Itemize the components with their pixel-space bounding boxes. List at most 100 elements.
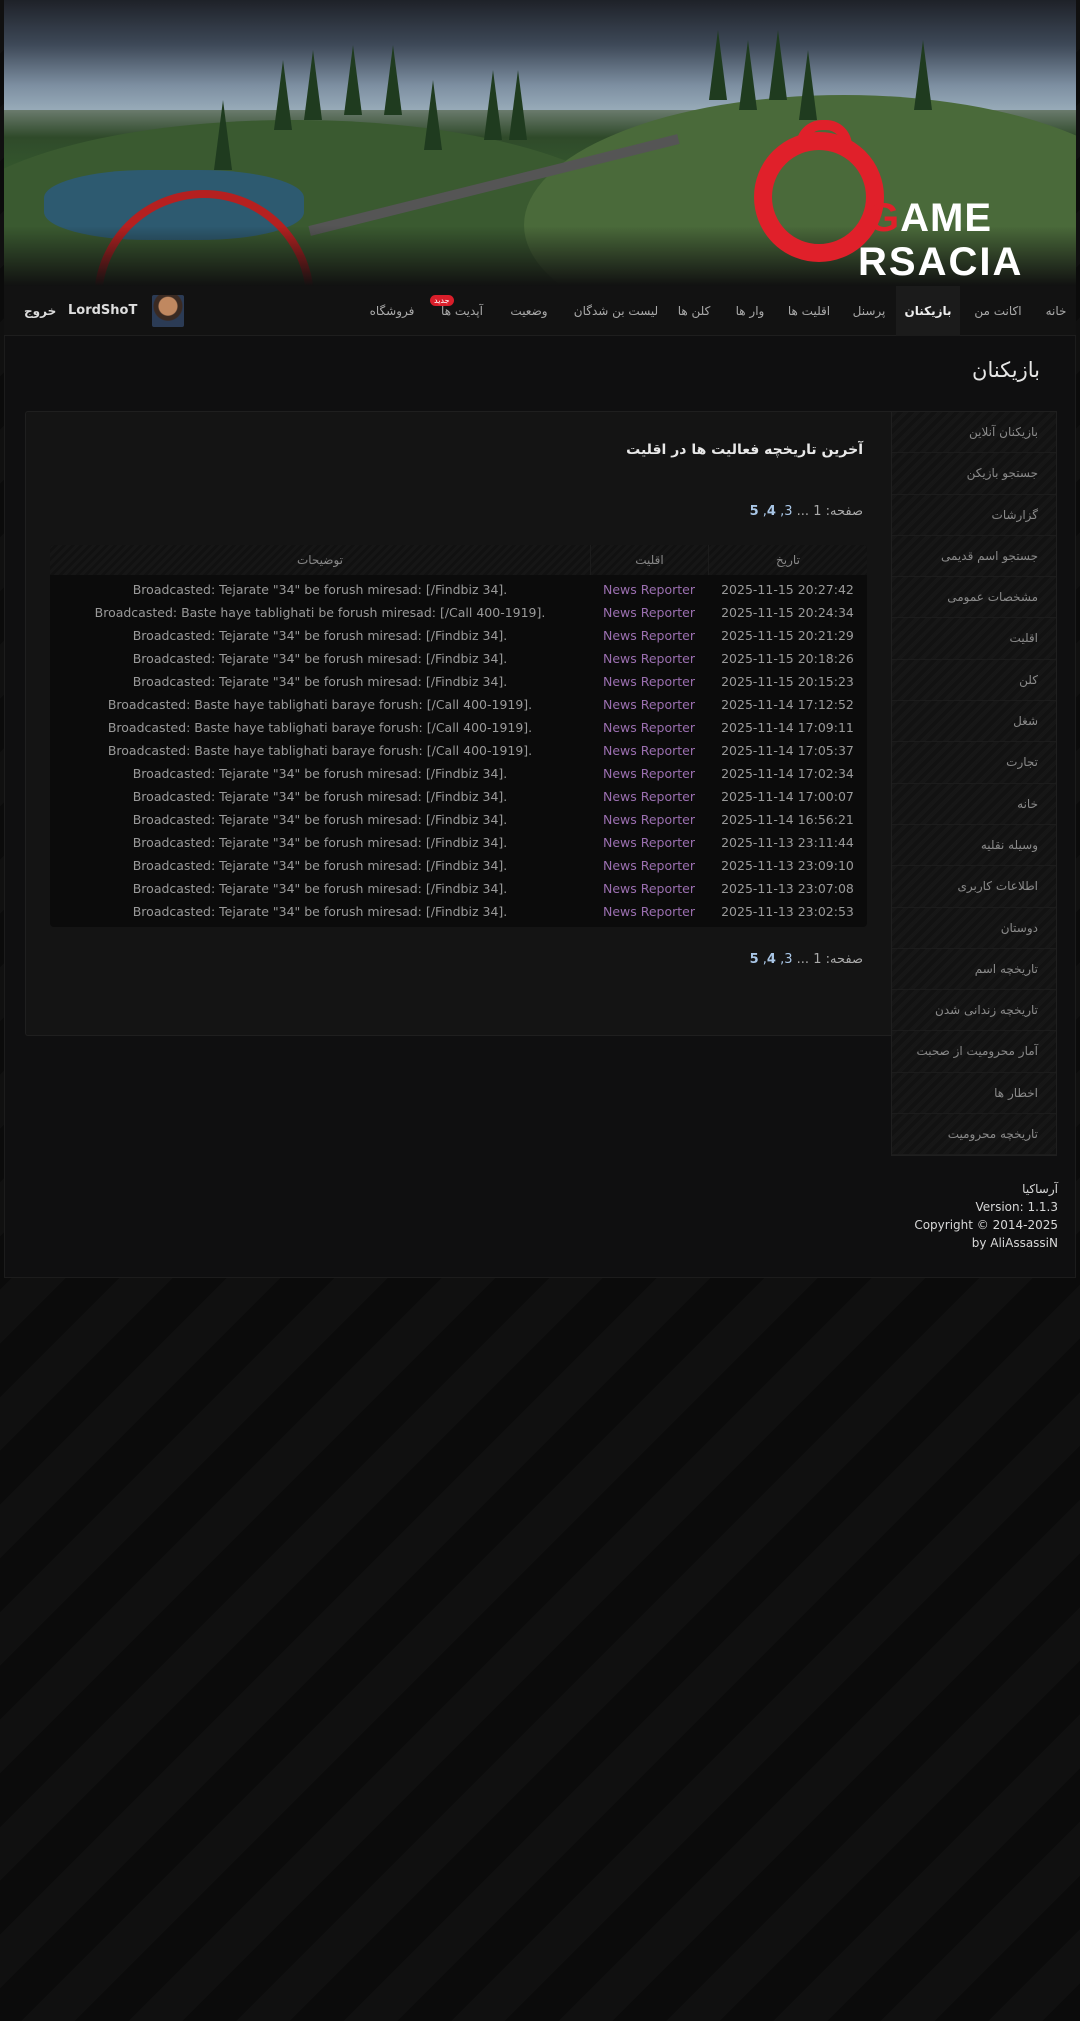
banner-tree — [484, 70, 502, 140]
main-nav: خانه اکانت من بازیکنان پرسنل اقلیت ها وا… — [4, 286, 1076, 336]
table-row: 2025-11-13 23:09:10 News Reporter Broadcas… — [50, 854, 867, 877]
cell-date: 2025-11-14 17:02:34 — [721, 766, 854, 781]
sidebar-item-ban-history[interactable]: تاریخچه محرومیت — [892, 1114, 1056, 1156]
sidebar-item-house[interactable]: خانه — [892, 783, 1056, 825]
column-header-date[interactable]: تاریخ — [708, 545, 867, 575]
nav-item-ban-list[interactable]: لیست بن شدگان — [566, 286, 666, 336]
banner-tree — [274, 60, 292, 130]
page-3-link[interactable]: 3 — [784, 504, 792, 519]
cell-description: Broadcasted: Tejarate "34" be forush mir… — [132, 858, 508, 873]
sidebar-item-warnings[interactable]: اخطار ها — [892, 1072, 1056, 1115]
page-title: بازیکنان — [972, 358, 1040, 382]
cell-faction[interactable]: News Reporter — [590, 601, 708, 624]
cell-description: Broadcasted: Tejarate "34" be forush mir… — [132, 835, 508, 850]
logo-crosshair-icon — [796, 120, 852, 146]
sidebar-item-jail-history[interactable]: تاریخچه زندانی شدن — [892, 990, 1056, 1032]
sidebar-item-business[interactable]: تجارت — [892, 742, 1056, 784]
cell-faction[interactable]: News Reporter — [590, 693, 708, 716]
nav-item-status[interactable]: وضعیت — [500, 286, 558, 336]
cell-description: Broadcasted: Baste haye tablighati baray… — [107, 720, 533, 735]
nav-item-my-account[interactable]: اکانت من — [966, 286, 1030, 336]
cell-description: Broadcasted: Tejarate "34" be forush mir… — [132, 674, 508, 689]
cell-description: Broadcasted: Tejarate "34" be forush mir… — [132, 904, 508, 919]
table-row: 2025-11-15 20:24:34 News Reporter Broadcas… — [50, 601, 867, 624]
page-5-link[interactable]: 5 — [750, 504, 759, 519]
cell-faction[interactable]: News Reporter — [590, 808, 708, 831]
cell-faction[interactable]: News Reporter — [590, 739, 708, 762]
new-badge: جدید — [430, 295, 454, 306]
banner-tree — [304, 50, 322, 120]
nav-item-home[interactable]: خانه — [1036, 286, 1076, 336]
cell-faction[interactable]: News Reporter — [590, 716, 708, 739]
avatar[interactable] — [152, 295, 184, 327]
sidebar-item-user-info[interactable]: اطلاعات کاربری — [892, 866, 1056, 908]
sidebar-item-reports[interactable]: گزارشات — [892, 494, 1056, 536]
nav-item-shop[interactable]: فروشگاه — [360, 286, 424, 336]
sidebar-item-general-info[interactable]: مشخصات عمومی — [892, 577, 1056, 619]
nav-item-factions[interactable]: اقلیت ها — [776, 286, 842, 336]
sidebar-item-clan[interactable]: کلن — [892, 659, 1056, 702]
sidebar-item-friends[interactable]: دوستان — [892, 907, 1056, 949]
pager-label: صفحه: — [825, 952, 863, 967]
nav-label: وضعیت — [510, 304, 548, 318]
logout-button[interactable]: خروج — [24, 286, 56, 336]
cell-date: 2025-11-14 17:12:52 — [721, 697, 854, 712]
user-name[interactable]: LordShoT — [68, 286, 137, 336]
cell-faction[interactable]: News Reporter — [590, 877, 708, 900]
cell-faction[interactable]: News Reporter — [590, 762, 708, 785]
page-5-link[interactable]: 5 — [750, 952, 759, 967]
page-4-link[interactable]: 4 — [767, 504, 776, 519]
page-1-link[interactable]: 1 — [813, 504, 821, 519]
sidebar-item-online-players[interactable]: بازیکنان آنلاین — [892, 412, 1056, 454]
table-row: 2025-11-13 23:11:44 News Reporter Broadcas… — [50, 831, 867, 854]
cell-faction[interactable]: News Reporter — [590, 578, 708, 601]
column-header-faction[interactable]: اقلیت — [590, 545, 708, 575]
page-ellipsis: ... — [796, 952, 810, 967]
footer-copyright: Copyright © 2014-2025 — [914, 1218, 1058, 1232]
pager-label: صفحه: — [825, 504, 863, 519]
banner-tree — [384, 45, 402, 115]
table-row: 2025-11-13 23:02:53 News Reporter Broadcas… — [50, 900, 867, 923]
sidebar-item-mute-stats[interactable]: آمار محرومیت از صحبت — [892, 1031, 1056, 1073]
nav-label: آپدیت ها — [441, 304, 483, 318]
cell-date: 2025-11-15 20:21:29 — [721, 628, 854, 643]
cell-description: Broadcasted: Baste haye tablighati be fo… — [94, 605, 546, 620]
nav-item-clans[interactable]: کلن ها — [668, 286, 720, 336]
page-1-link[interactable]: 1 — [813, 952, 821, 967]
page-3-link[interactable]: 3 — [784, 952, 792, 967]
sidebar-item-job[interactable]: شغل — [892, 701, 1056, 743]
nav-item-staff[interactable]: پرسنل — [844, 286, 894, 336]
table-row: 2025-11-15 20:27:42 News Reporter Broadcas… — [50, 578, 867, 601]
sidebar-item-faction[interactable]: اقلیت — [892, 618, 1056, 660]
page-4-link[interactable]: 4 — [767, 952, 776, 967]
cell-faction[interactable]: News Reporter — [590, 831, 708, 854]
sidebar-item-search-player[interactable]: جستجو بازیکن — [892, 453, 1056, 495]
cell-date: 2025-11-14 17:00:07 — [721, 789, 854, 804]
cell-faction[interactable]: News Reporter — [590, 785, 708, 808]
nav-item-players[interactable]: بازیکنان — [896, 286, 960, 336]
nav-item-wars[interactable]: وار ها — [726, 286, 774, 336]
column-header-description[interactable]: توضیحات — [50, 545, 590, 575]
sidebar-item-vehicle[interactable]: وسیله نقلیه — [892, 824, 1056, 867]
cell-date: 2025-11-13 23:09:10 — [721, 858, 854, 873]
cell-date: 2025-11-14 17:05:37 — [721, 743, 854, 758]
cell-faction[interactable]: News Reporter — [590, 854, 708, 877]
cell-faction[interactable]: News Reporter — [590, 624, 708, 647]
table-row: 2025-11-14 17:09:11 News Reporter Broadcas… — [50, 716, 867, 739]
table-row: 2025-11-14 17:12:52 News Reporter Broadcas… — [50, 693, 867, 716]
logo-line2: RSACIA — [858, 240, 1024, 284]
sidebar-item-name-history[interactable]: تاریخچه اسم — [892, 948, 1056, 991]
cell-faction[interactable]: News Reporter — [590, 670, 708, 693]
cell-faction[interactable]: News Reporter — [590, 900, 708, 923]
nav-label: اکانت من — [974, 304, 1022, 318]
cell-date: 2025-11-13 23:02:53 — [721, 904, 854, 919]
table-row: 2025-11-14 17:02:34 News Reporter Broadcas… — [50, 762, 867, 785]
logo-letter: G — [868, 196, 901, 240]
nav-label: کلن ها — [677, 304, 711, 318]
cell-faction[interactable]: News Reporter — [590, 647, 708, 670]
site-logo[interactable]: GAME RSACIA — [752, 120, 1052, 284]
nav-item-updates[interactable]: جدید آپدیت ها — [426, 286, 498, 336]
sidebar: بازیکنان آنلاین جستجو بازیکن گزارشات جست… — [891, 411, 1057, 1157]
table-row: 2025-11-14 17:00:07 News Reporter Broadcas… — [50, 785, 867, 808]
sidebar-item-search-old-name[interactable]: جستجو اسم قدیمی — [892, 535, 1056, 578]
